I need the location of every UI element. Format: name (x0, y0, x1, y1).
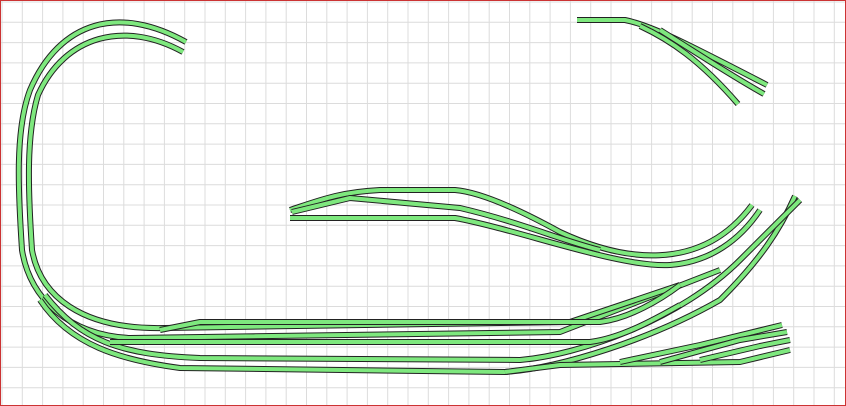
track-inner-loop[interactable] (26, 33, 681, 331)
track-inner-loop-outline (25, 32, 681, 332)
track-pieces (15, 17, 803, 375)
track-plan-svg[interactable] (0, 0, 846, 406)
track-layout-canvas[interactable] (0, 0, 846, 406)
track-lower-straight-3[interactable] (159, 283, 682, 332)
